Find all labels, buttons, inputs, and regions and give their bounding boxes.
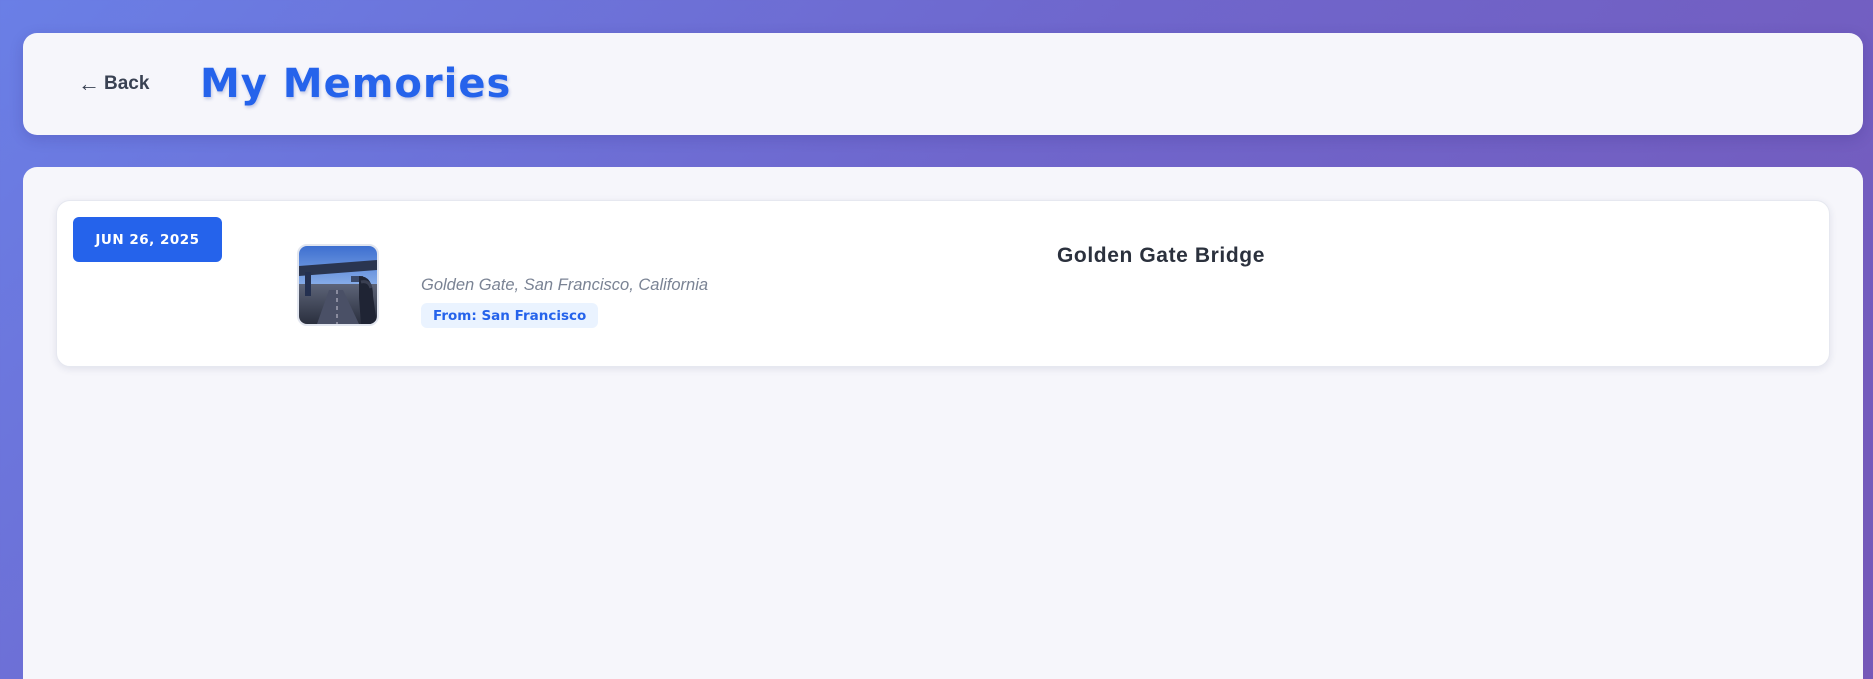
left-arrow-icon: ← [78,71,100,96]
bridge-photo-image [299,246,377,324]
memories-panel: JUN 26, 2025 Golden Gate Bridge Golden G… [23,167,1863,679]
page-title: My Memories [200,61,512,107]
memory-card[interactable]: JUN 26, 2025 Golden Gate Bridge Golden G… [56,200,1830,367]
memory-title: Golden Gate Bridge [1057,244,1265,267]
memory-thumbnail[interactable] [297,244,379,326]
back-label: Back [104,73,150,94]
memory-address: Golden Gate, San Francisco, California [421,276,709,294]
back-button[interactable]: ← Back [78,73,149,95]
origin-badge: From: San Francisco [421,303,599,328]
header-bar: ← Back My Memories [23,33,1863,135]
date-badge: JUN 26, 2025 [73,217,222,262]
